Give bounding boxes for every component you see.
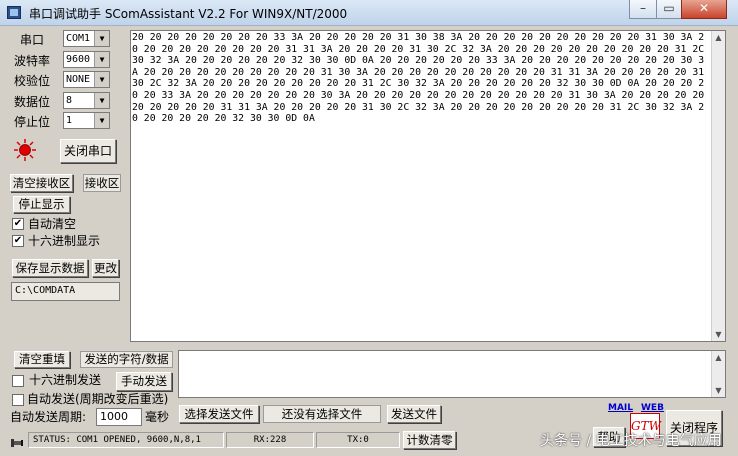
scroll-down-icon[interactable]: ▼	[712, 328, 725, 341]
chevron-down-icon[interactable]: ▼	[94, 52, 109, 67]
period-label: 自动发送周期:	[10, 410, 87, 424]
watermark: 头条号 / 电工技术与电气应用	[540, 433, 722, 449]
stopbits-label: 停止位	[14, 115, 51, 129]
hex-send-checkbox[interactable]	[12, 375, 24, 387]
minimize-button[interactable]: –	[629, 0, 657, 19]
status-icon	[10, 434, 24, 447]
port-value: COM1	[66, 33, 91, 44]
databits-select[interactable]: 8 ▼	[63, 92, 110, 109]
stopbits-value: 1	[66, 115, 73, 126]
baud-label: 波特率	[14, 54, 51, 68]
no-file-text: 还没有选择文件	[263, 405, 381, 423]
close-port-button[interactable]: 关闭串口	[60, 139, 116, 163]
clear-receive-button[interactable]: 清空接收区	[10, 174, 73, 192]
parity-label: 校验位	[14, 74, 51, 88]
scroll-up-icon[interactable]: ▲	[712, 31, 725, 44]
send-scrollbar[interactable]: ▲ ▼	[711, 351, 725, 397]
send-input-area[interactable]: ▲ ▼	[178, 350, 726, 398]
auto-send-label: 自动发送(周期改变后重选)	[27, 392, 169, 406]
title-bar[interactable]: 串口调试助手 SComAssistant V2.2 For WIN9X/NT/2…	[0, 0, 738, 26]
send-area-label: 发送的字符/数据	[80, 351, 173, 368]
baud-select[interactable]: 9600 ▼	[63, 51, 110, 68]
hex-send-label: 十六进制发送	[29, 373, 102, 387]
chevron-down-icon[interactable]: ▼	[94, 113, 109, 128]
app-icon	[7, 6, 21, 19]
stop-display-button[interactable]: 停止显示	[13, 196, 70, 213]
port-label: 串口	[20, 33, 45, 47]
receive-area-label: 接收区	[83, 174, 121, 192]
status-text: STATUS: COM1 OPENED, 9600,N,8,1	[28, 432, 224, 448]
rx-counter: RX:228	[226, 432, 314, 448]
chevron-down-icon[interactable]: ▼	[94, 72, 109, 87]
period-unit: 毫秒	[145, 410, 170, 424]
auto-clear-checkbox[interactable]: ✔	[12, 218, 24, 230]
auto-clear-label: 自动清空	[28, 217, 77, 231]
scroll-down-icon[interactable]: ▼	[712, 384, 725, 397]
clear-send-button[interactable]: 清空重填	[14, 351, 70, 368]
select-file-button[interactable]: 选择发送文件	[179, 405, 259, 423]
chevron-down-icon[interactable]: ▼	[94, 31, 109, 46]
databits-value: 8	[66, 95, 73, 106]
receive-content: 20 20 20 20 20 20 20 20 33 3A 20 20 20 2…	[132, 32, 711, 125]
maximize-button[interactable]: ▭	[656, 0, 682, 19]
send-file-button[interactable]: 发送文件	[387, 405, 441, 423]
stopbits-select[interactable]: 1 ▼	[63, 112, 110, 129]
web-link[interactable]: WEB	[641, 403, 664, 413]
receive-area[interactable]: 20 20 20 20 20 20 20 20 33 3A 20 20 20 2…	[130, 30, 726, 342]
chevron-down-icon[interactable]: ▼	[94, 93, 109, 108]
reset-counter-button[interactable]: 计数清零	[403, 431, 456, 449]
hex-display-label: 十六进制显示	[28, 234, 101, 248]
parity-value: NONE	[66, 74, 91, 85]
receive-scrollbar[interactable]: ▲ ▼	[711, 31, 725, 341]
close-button[interactable]: ✕	[681, 0, 727, 19]
auto-send-checkbox[interactable]	[12, 394, 24, 406]
save-data-button[interactable]: 保存显示数据	[12, 259, 88, 277]
save-path-field: C:\COMDATA	[11, 282, 120, 301]
change-path-button[interactable]: 更改	[92, 259, 119, 277]
window-title: 串口调试助手 SComAssistant V2.2 For WIN9X/NT/2…	[29, 7, 348, 21]
baud-value: 9600	[66, 54, 91, 65]
tx-counter: TX:0	[316, 432, 400, 448]
parity-select[interactable]: NONE ▼	[63, 71, 110, 88]
period-input[interactable]: 1000	[96, 408, 142, 426]
port-status-lamp-icon	[14, 139, 36, 161]
hex-display-checkbox[interactable]: ✔	[12, 235, 24, 247]
manual-send-button[interactable]: 手动发送	[116, 372, 172, 391]
port-select[interactable]: COM1 ▼	[63, 30, 110, 47]
mail-link[interactable]: MAIL	[608, 403, 633, 413]
scroll-up-icon[interactable]: ▲	[712, 351, 725, 364]
app-window: 串口调试助手 SComAssistant V2.2 For WIN9X/NT/2…	[0, 0, 738, 456]
databits-label: 数据位	[14, 95, 51, 109]
